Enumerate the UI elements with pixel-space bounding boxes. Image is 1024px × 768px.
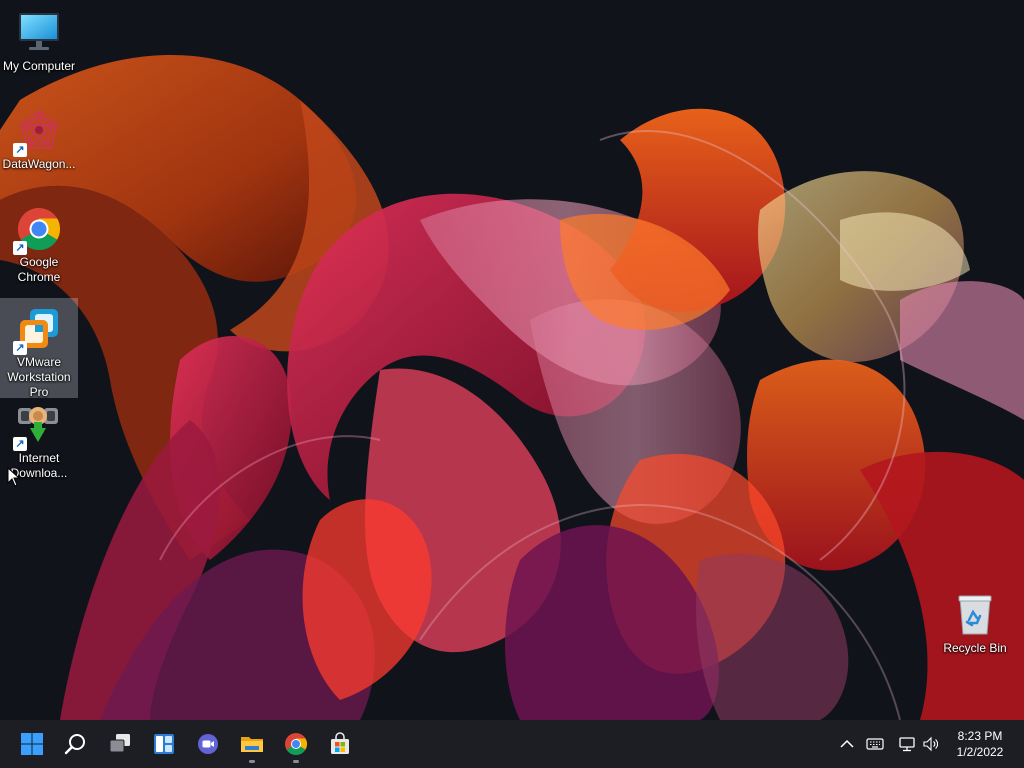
shortcut-arrow-icon: ↗ bbox=[13, 437, 27, 451]
chrome-icon: ↗ bbox=[13, 206, 62, 255]
shortcut-arrow-icon: ↗ bbox=[13, 143, 27, 157]
clock[interactable]: 8:23 PM 1/2/2022 bbox=[944, 728, 1016, 760]
microsoft-store-button[interactable] bbox=[324, 728, 356, 760]
internet-download-manager-icon: ↗ bbox=[13, 402, 62, 451]
running-indicator bbox=[293, 760, 299, 763]
clock-date: 1/2/2022 bbox=[956, 745, 1004, 759]
taskbar: 8:23 PM 1/2/2022 bbox=[0, 720, 1024, 768]
wallpaper bbox=[0, 0, 1024, 720]
mouse-cursor-icon bbox=[7, 467, 21, 487]
chat-button[interactable] bbox=[192, 728, 224, 760]
shortcut-arrow-icon: ↗ bbox=[13, 241, 27, 255]
volume-icon bbox=[923, 736, 938, 752]
task-view-icon bbox=[109, 734, 130, 753]
file-explorer-icon bbox=[241, 737, 263, 752]
clock-time: 8:23 PM bbox=[957, 729, 1003, 743]
desktop-icon-label: VMware Workstation Pro bbox=[7, 355, 71, 398]
search-button[interactable] bbox=[60, 728, 92, 760]
running-indicator bbox=[249, 760, 255, 763]
desktop-icon-vmware-workstation-pro[interactable]: ↗ VMware Workstation Pro bbox=[0, 298, 78, 398]
desktop-icon-label: My Computer bbox=[2, 59, 76, 73]
network-button[interactable] bbox=[896, 732, 918, 756]
widgets-icon bbox=[154, 734, 174, 754]
volume-button[interactable] bbox=[920, 732, 942, 756]
start-icon bbox=[21, 733, 43, 755]
chrome-taskbar-button[interactable] bbox=[280, 728, 312, 763]
desktop-icon-google-chrome[interactable]: ↗ Google Chrome bbox=[0, 198, 78, 294]
desktop-icon-label: Google Chrome bbox=[17, 255, 61, 284]
monitor-icon bbox=[16, 10, 62, 56]
desktop-icon-label: Recycle Bin bbox=[943, 641, 1007, 655]
start-button[interactable] bbox=[16, 728, 48, 760]
task-view-button[interactable] bbox=[104, 728, 136, 760]
microsoft-store-icon bbox=[331, 732, 349, 754]
vmware-icon: ↗ bbox=[13, 306, 62, 355]
desktop-icon-datawagon[interactable]: ↗ DataWagon... bbox=[0, 100, 78, 196]
datawagon-icon: ↗ bbox=[13, 108, 62, 157]
network-icon bbox=[899, 737, 915, 752]
show-hidden-icons-button[interactable] bbox=[836, 732, 858, 756]
widgets-button[interactable] bbox=[148, 728, 180, 760]
desktop-icon-label: DataWagon... bbox=[2, 157, 76, 171]
teams-chat-icon bbox=[198, 734, 218, 754]
input-indicator-button[interactable] bbox=[864, 732, 886, 756]
recycle-bin-icon bbox=[952, 592, 998, 638]
desktop-icon-my-computer[interactable]: My Computer bbox=[0, 2, 78, 98]
shortcut-arrow-icon: ↗ bbox=[13, 341, 27, 355]
file-explorer-button[interactable] bbox=[236, 728, 268, 763]
keyboard-icon bbox=[866, 738, 884, 750]
desktop-icon-recycle-bin[interactable]: Recycle Bin bbox=[936, 592, 1014, 672]
chevron-up-icon bbox=[840, 739, 854, 748]
chrome-icon bbox=[285, 733, 307, 755]
search-icon bbox=[64, 734, 85, 755]
